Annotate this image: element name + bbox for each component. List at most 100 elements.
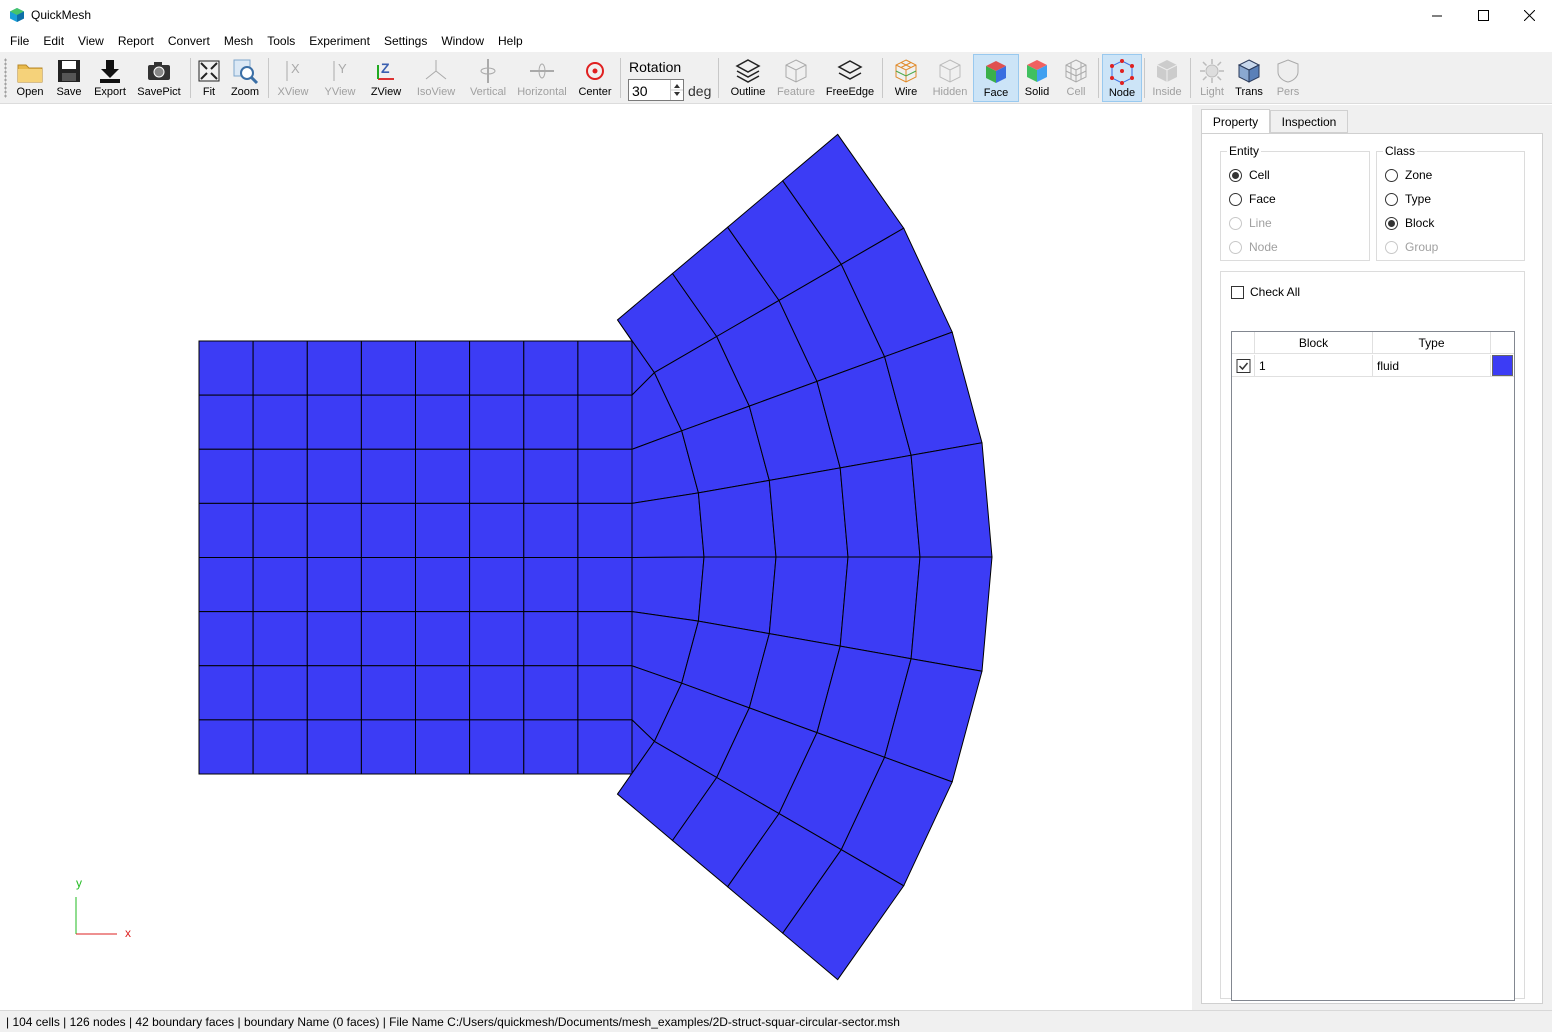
mesh-cell[interactable] bbox=[306, 557, 362, 613]
mesh-cell[interactable] bbox=[306, 611, 362, 667]
mesh-cell[interactable] bbox=[523, 557, 579, 613]
mesh-cell[interactable] bbox=[360, 448, 416, 504]
mesh-cell[interactable] bbox=[469, 557, 525, 613]
mesh-cell[interactable] bbox=[306, 665, 362, 721]
mesh-cell[interactable] bbox=[523, 340, 579, 396]
mesh-cell[interactable] bbox=[469, 719, 525, 775]
rotation-spinbox[interactable]: 30 bbox=[628, 79, 684, 101]
radio-class-type[interactable]: Type bbox=[1385, 191, 1431, 207]
outline-button[interactable]: Outline bbox=[728, 54, 768, 102]
mesh-cell[interactable] bbox=[469, 502, 525, 558]
mesh-cell[interactable] bbox=[577, 557, 633, 613]
center-button[interactable]: Center bbox=[576, 54, 614, 102]
open-button[interactable]: Open bbox=[12, 54, 48, 102]
mesh-cell[interactable] bbox=[360, 611, 416, 667]
cell-button[interactable]: Cell bbox=[1060, 54, 1092, 102]
mesh-cell[interactable] bbox=[252, 557, 308, 613]
freeedge-button[interactable]: FreeEdge bbox=[824, 54, 876, 102]
mesh-cell[interactable] bbox=[469, 394, 525, 450]
mesh-cell[interactable] bbox=[577, 611, 633, 667]
mesh-cell[interactable] bbox=[577, 340, 633, 396]
mesh-cell[interactable] bbox=[910, 556, 993, 672]
radio-class-block[interactable]: Block bbox=[1385, 215, 1434, 231]
mesh-cell[interactable] bbox=[523, 394, 579, 450]
mesh-cell[interactable] bbox=[198, 665, 254, 721]
zoom-button[interactable]: Zoom bbox=[228, 54, 262, 102]
mesh-cell[interactable] bbox=[631, 492, 705, 559]
mesh-cell[interactable] bbox=[697, 479, 777, 558]
mesh-cell[interactable] bbox=[415, 557, 471, 613]
mesh-cell[interactable] bbox=[523, 665, 579, 721]
mesh-cell[interactable] bbox=[415, 394, 471, 450]
mesh-cell[interactable] bbox=[252, 340, 308, 396]
menu-mesh[interactable]: Mesh bbox=[217, 31, 260, 52]
mesh-cell[interactable] bbox=[198, 448, 254, 504]
minimize-button[interactable] bbox=[1414, 0, 1460, 31]
row-checkbox[interactable] bbox=[1232, 355, 1255, 377]
mesh-cell[interactable] bbox=[415, 340, 471, 396]
save-button[interactable]: Save bbox=[52, 54, 86, 102]
mesh-cell[interactable] bbox=[577, 719, 633, 775]
node-button[interactable]: Node bbox=[1102, 54, 1142, 102]
header-type[interactable]: Type bbox=[1373, 332, 1491, 354]
menu-settings[interactable]: Settings bbox=[377, 31, 434, 52]
rotation-spin-buttons[interactable] bbox=[670, 80, 683, 100]
mesh-cell[interactable] bbox=[577, 665, 633, 721]
feature-button[interactable]: Feature bbox=[774, 54, 818, 102]
mesh[interactable] bbox=[198, 133, 993, 981]
mesh-cell[interactable] bbox=[252, 665, 308, 721]
fit-button[interactable]: Fit bbox=[195, 54, 223, 102]
table-row[interactable]: 1 fluid bbox=[1232, 355, 1514, 377]
mesh-cell[interactable] bbox=[198, 557, 254, 613]
pers-button[interactable]: Pers bbox=[1272, 54, 1304, 102]
mesh-cell[interactable] bbox=[198, 611, 254, 667]
inside-button[interactable]: Inside bbox=[1148, 54, 1186, 102]
radio-class-group[interactable]: Group bbox=[1385, 239, 1438, 255]
mesh-cell[interactable] bbox=[910, 442, 993, 558]
mesh-cell[interactable] bbox=[306, 719, 362, 775]
export-button[interactable]: Export bbox=[90, 54, 130, 102]
mesh-cell[interactable] bbox=[839, 454, 921, 558]
hidden-button[interactable]: Hidden bbox=[930, 54, 970, 102]
zview-button[interactable]: Z ZView bbox=[366, 54, 406, 102]
mesh-cell[interactable] bbox=[631, 556, 705, 622]
mesh-viewport[interactable]: y x bbox=[0, 105, 1192, 1010]
mesh-cell[interactable] bbox=[306, 340, 362, 396]
mesh-cell[interactable] bbox=[306, 394, 362, 450]
mesh-cell[interactable] bbox=[306, 502, 362, 558]
menu-file[interactable]: File bbox=[0, 31, 36, 52]
toolbar-grip[interactable] bbox=[4, 58, 7, 98]
menu-window[interactable]: Window bbox=[434, 31, 491, 52]
radio-entity-face[interactable]: Face bbox=[1229, 191, 1276, 207]
mesh-cell[interactable] bbox=[198, 502, 254, 558]
mesh-cell[interactable] bbox=[577, 502, 633, 558]
mesh-cell[interactable] bbox=[523, 719, 579, 775]
menu-convert[interactable]: Convert bbox=[161, 31, 217, 52]
mesh-cell[interactable] bbox=[697, 556, 777, 635]
mesh-cell[interactable] bbox=[198, 394, 254, 450]
radio-entity-line[interactable]: Line bbox=[1229, 215, 1272, 231]
menu-experiment[interactable]: Experiment bbox=[302, 31, 377, 52]
tab-property[interactable]: Property bbox=[1201, 109, 1270, 134]
savepict-button[interactable]: SavePict bbox=[135, 54, 183, 102]
mesh-cell[interactable] bbox=[523, 611, 579, 667]
mesh-cell[interactable] bbox=[523, 448, 579, 504]
mesh-cell[interactable] bbox=[252, 448, 308, 504]
mesh-canvas[interactable] bbox=[0, 105, 1192, 1010]
mesh-cell[interactable] bbox=[577, 448, 633, 504]
face-button[interactable]: Face bbox=[973, 54, 1019, 102]
mesh-cell[interactable] bbox=[360, 665, 416, 721]
mesh-cell[interactable] bbox=[252, 611, 308, 667]
menu-view[interactable]: View bbox=[71, 31, 111, 52]
maximize-button[interactable] bbox=[1460, 0, 1506, 31]
mesh-cell[interactable] bbox=[360, 719, 416, 775]
trans-button[interactable]: Trans bbox=[1232, 54, 1266, 102]
mesh-cell[interactable] bbox=[415, 611, 471, 667]
mesh-cell[interactable] bbox=[768, 467, 849, 558]
horizontal-button[interactable]: Horizontal bbox=[515, 54, 569, 102]
mesh-cell[interactable] bbox=[198, 340, 254, 396]
tab-inspection[interactable]: Inspection bbox=[1270, 110, 1348, 133]
light-button[interactable]: Light bbox=[1196, 54, 1228, 102]
mesh-cell[interactable] bbox=[252, 394, 308, 450]
menu-edit[interactable]: Edit bbox=[36, 31, 71, 52]
